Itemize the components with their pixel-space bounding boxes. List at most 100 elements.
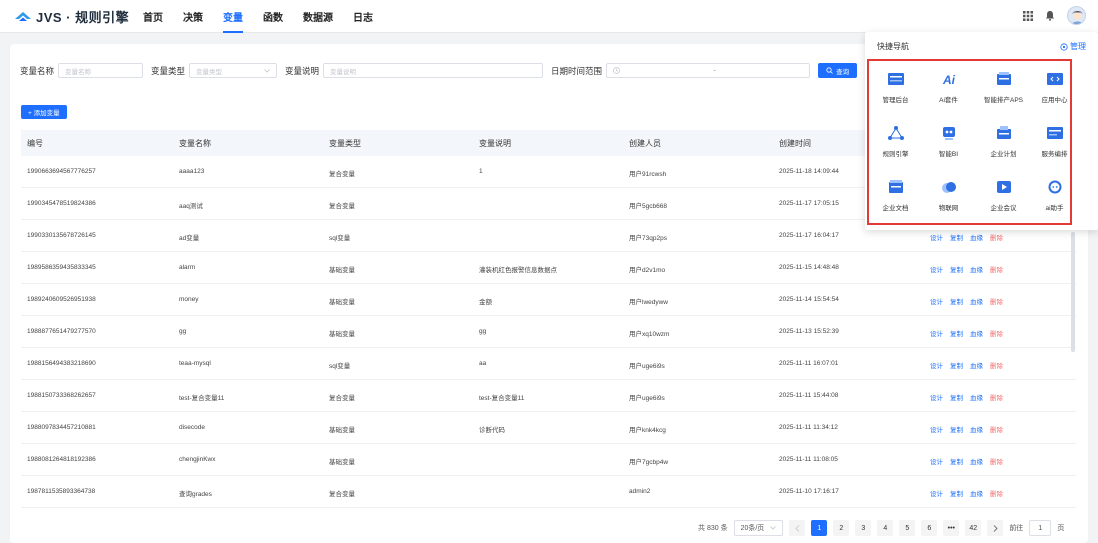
user-avatar[interactable] [1067,6,1086,25]
lineage-action-link[interactable]: 血缘 [970,456,983,466]
cell-name: teaa-mysql [179,360,211,367]
copy-action-link[interactable]: 复制 [950,264,963,274]
variable-type-select[interactable]: 变量类型 [189,63,278,78]
variable-name-input[interactable]: 变量名称 [58,63,144,78]
search-button[interactable]: 查询 [818,63,858,78]
copy-action-link[interactable]: 复制 [950,296,963,306]
table-row[interactable]: 1988156494383218690 teaa-mysql sql变量 aa 用户ug… [21,348,1076,380]
nav-variable[interactable]: 变量 [213,0,253,33]
design-action-link[interactable]: 设计 [930,296,943,306]
page-button[interactable]: 5 [899,520,916,536]
quick-nav-item[interactable]: 企业文档 [869,179,922,212]
delete-action-link[interactable]: 删除 [990,264,1003,274]
design-action-link[interactable]: 设计 [930,360,943,370]
apps-grid-icon[interactable] [1023,10,1033,21]
nav-log[interactable]: 日志 [343,0,383,33]
page-ellipsis-button[interactable]: ••• [943,520,960,536]
quick-nav-item[interactable]: Ai Ai套件 [922,71,975,104]
delete-action-link[interactable]: 删除 [990,232,1003,242]
design-action-link[interactable]: 设计 [930,264,943,274]
design-action-link[interactable]: 设计 [930,456,943,466]
design-action-link[interactable]: 设计 [930,232,943,242]
lineage-action-link[interactable]: 血缘 [970,424,983,434]
column-header-id: 编号 [27,138,43,148]
nav-function[interactable]: 函数 [253,0,293,33]
cell-time: 2025-11-14 15:54:54 [779,296,839,303]
copy-action-link[interactable]: 复制 [950,360,963,370]
design-action-link[interactable]: 设计 [930,392,943,402]
delete-action-link[interactable]: 删除 [990,488,1003,498]
quick-nav-item[interactable]: 服务编排 [1028,125,1081,158]
lineage-action-link[interactable]: 血缘 [970,232,983,242]
quick-nav-item[interactable]: 规则引擎 [869,125,922,158]
quick-nav-manage-button[interactable]: 管理 [1060,41,1086,52]
lineage-action-link[interactable]: 血缘 [970,264,983,274]
nav-decision[interactable]: 决策 [173,0,213,33]
quick-nav-item[interactable]: 物联网 [922,179,975,212]
lineage-action-link[interactable]: 血缘 [970,328,983,338]
cell-id: 1988156494383218690 [27,360,96,367]
quick-nav-item-label: 企业会议 [990,205,1017,212]
copy-action-link[interactable]: 复制 [950,424,963,434]
bell-icon[interactable] [1045,10,1055,21]
enterprise-plan-icon [996,126,1011,139]
delete-action-link[interactable]: 删除 [990,392,1003,402]
variable-desc-input[interactable]: 变量说明 [323,63,544,78]
lineage-action-link[interactable]: 血缘 [970,488,983,498]
lineage-action-link[interactable]: 血缘 [970,360,983,370]
copy-action-link[interactable]: 复制 [950,392,963,402]
prev-page-button[interactable] [789,520,806,536]
chevron-down-icon [770,526,777,530]
copy-action-link[interactable]: 复制 [950,328,963,338]
date-range-picker[interactable]: - [606,63,811,78]
delete-action-link[interactable]: 删除 [990,328,1003,338]
delete-action-link[interactable]: 删除 [990,424,1003,434]
quick-nav-item[interactable]: 智能排产APS [977,71,1030,104]
table-row[interactable]: 1988150733368262657 test-复合变量11 复合变量 test-复… [21,380,1076,412]
design-action-link[interactable]: 设计 [930,488,943,498]
quick-nav-item[interactable]: 应用中心 [1028,71,1081,104]
copy-action-link[interactable]: 复制 [950,232,963,242]
cell-id: 1989240609526951938 [27,296,96,303]
top-bar: JVS · 规则引擎 首页 决策 变量 函数 数据源 日志 [0,0,1098,33]
quick-nav-item-label: 管理后台 [882,97,909,104]
table-row[interactable]: 1989586359435833345 alarm 基础变量 灌装机红色报警信息数据点… [21,252,1076,284]
page-button[interactable]: 4 [877,520,894,536]
table-row[interactable]: 1988877651479277570 gg 基础变量 gg 用户xq10wzm 2025… [21,316,1076,348]
goto-page-input[interactable]: 1 [1029,520,1052,536]
ai-suite-icon: Ai [942,73,956,87]
delete-action-link[interactable]: 删除 [990,456,1003,466]
cell-name: ad变量 [179,235,200,242]
brand-logo[interactable]: JVS · 规则引擎 [14,7,129,26]
design-action-link[interactable]: 设计 [930,328,943,338]
next-page-button[interactable] [987,520,1004,536]
quick-nav-item[interactable]: 智能BI [922,125,975,158]
page-button[interactable]: 6 [921,520,938,536]
nav-datasource[interactable]: 数据源 [293,0,343,33]
lineage-action-link[interactable]: 血缘 [970,392,983,402]
add-variable-button[interactable]: + 添加变量 [21,105,67,119]
page-button[interactable]: 42 [965,520,982,536]
page-size-select[interactable]: 20条/页 [733,520,784,536]
nav-home[interactable]: 首页 [133,0,173,33]
quick-nav-item[interactable]: 企业计划 [977,125,1030,158]
table-scrollbar[interactable] [1071,232,1075,352]
table-row[interactable]: 1988097834457210881 disecode 基础变量 诊断代码 用户knk… [21,412,1076,444]
delete-action-link[interactable]: 删除 [990,360,1003,370]
copy-action-link[interactable]: 复制 [950,488,963,498]
lineage-action-link[interactable]: 血缘 [970,296,983,306]
page-button[interactable]: 1 [811,520,828,536]
delete-action-link[interactable]: 删除 [990,296,1003,306]
design-action-link[interactable]: 设计 [930,424,943,434]
page-button[interactable]: 3 [855,520,872,536]
table-row[interactable]: 1987811535893364738 查询grades 复合变量 admin2 202… [21,476,1076,508]
quick-nav-item-label: 企业计划 [990,151,1017,158]
quick-nav-item[interactable]: 企业会议 [977,179,1030,212]
cell-id: 1990345478519824386 [27,200,96,207]
table-row[interactable]: 1989240609526951938 money 基础变量 金额 用户lwedyww 2… [21,284,1076,316]
page-button[interactable]: 2 [833,520,850,536]
quick-nav-item[interactable]: 管理后台 [869,71,922,104]
copy-action-link[interactable]: 复制 [950,456,963,466]
table-row[interactable]: 1988081264818192386 chengjinKwx 基础变量 用户7gcb… [21,444,1076,476]
quick-nav-item[interactable]: ai助手 [1028,179,1081,212]
